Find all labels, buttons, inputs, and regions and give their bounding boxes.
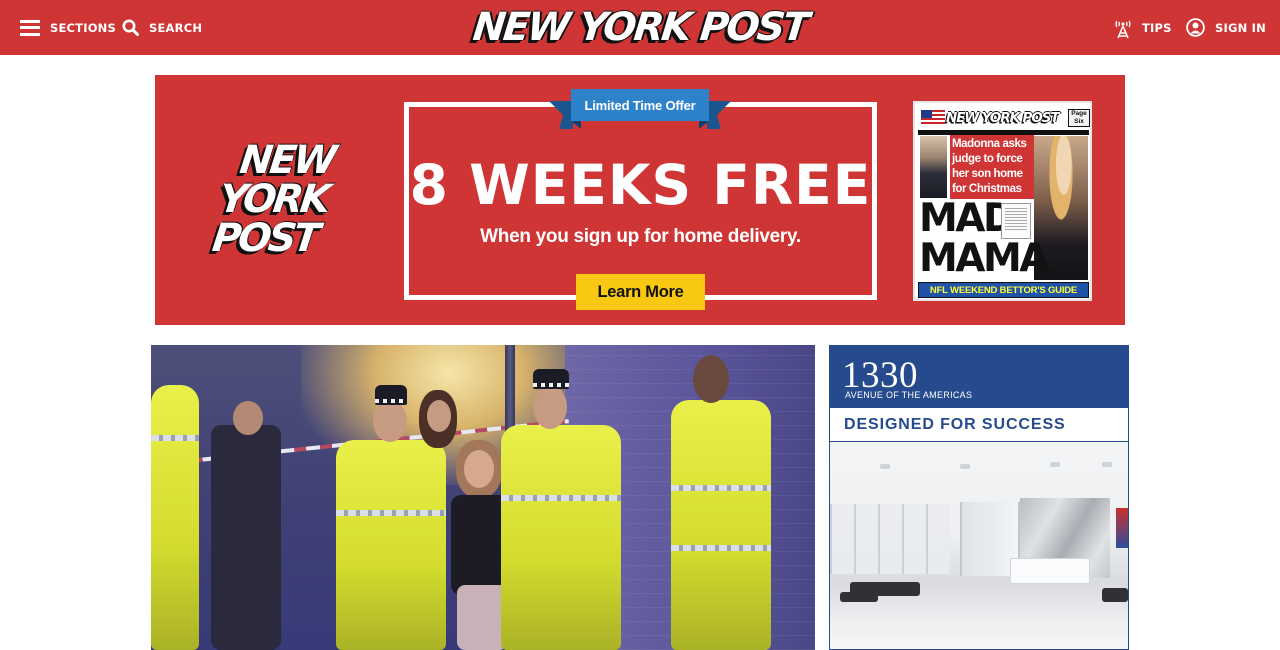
cover-masthead: NEW YORK POST Page Six xyxy=(918,107,1090,129)
ad-ceiling-light xyxy=(960,464,970,469)
hero-reflective-stripe xyxy=(671,545,771,551)
ribbon-label: Limited Time Offer xyxy=(571,89,709,121)
promo-logo-line: YORK xyxy=(216,177,331,222)
real-estate-advertisement[interactable]: 1330 AVENUE OF THE AMERICAS DESIGNED FOR… xyxy=(829,345,1129,650)
hero-officer-1-head xyxy=(373,400,407,442)
hero-officer-left xyxy=(151,385,199,650)
hero-bystander-head xyxy=(233,401,263,435)
cover-inset-note xyxy=(1001,203,1031,239)
hero-officer-3 xyxy=(671,400,771,650)
offer-headline: 8 WEEKS FREE xyxy=(409,153,872,217)
hero-officer-2-head xyxy=(533,385,567,429)
search-label: SEARCH xyxy=(149,20,203,35)
hero-news-photo[interactable] xyxy=(151,345,815,650)
ad-reception-desk xyxy=(1010,558,1090,584)
offer-subheadline: When you sign up for home delivery. xyxy=(480,226,801,247)
ad-ceiling-light xyxy=(880,464,890,469)
promo-logo-line: NEW xyxy=(237,138,337,183)
ad-sofa xyxy=(1102,588,1128,602)
ad-office-photo xyxy=(830,442,1128,649)
search-icon xyxy=(122,19,139,36)
promo-logo-line: POST xyxy=(209,216,320,261)
tips-button[interactable]: TIPS xyxy=(1114,0,1172,55)
hamburger-menu-icon xyxy=(20,19,40,36)
hero-reflective-stripe xyxy=(671,485,771,491)
ad-address-street: AVENUE OF THE AMERICAS xyxy=(845,390,973,400)
sections-label: SECTIONS xyxy=(50,20,116,35)
user-circle-icon xyxy=(1186,18,1205,37)
ad-ceiling-light xyxy=(1102,462,1112,467)
ad-wall-art xyxy=(1116,508,1128,548)
hero-officer-3-head xyxy=(693,355,729,403)
hero-injured-head xyxy=(464,450,494,488)
hero-reflective-stripe xyxy=(151,435,199,441)
ad-tagline: DESIGNED FOR SUCCESS xyxy=(830,408,1128,442)
sign-in-label: SIGN IN xyxy=(1215,20,1266,35)
cover-page-six-tag: Page Six xyxy=(1068,109,1090,127)
hero-officer-1 xyxy=(336,440,446,650)
masthead-logo[interactable]: NEW YORK POST xyxy=(470,3,810,51)
ad-office-windows xyxy=(830,504,950,574)
ad-sofa xyxy=(840,592,878,602)
learn-more-button[interactable]: Learn More xyxy=(576,274,705,310)
cover-footer: NFL WEEKEND BETTOR'S GUIDE xyxy=(918,282,1089,298)
search-button[interactable]: SEARCH xyxy=(122,0,202,55)
ad-header: 1330 AVENUE OF THE AMERICAS xyxy=(830,346,1128,408)
hero-bystander xyxy=(211,425,281,650)
tips-label: TIPS xyxy=(1142,20,1172,35)
top-nav-bar: SECTIONS SEARCH NEW YORK POST TIPS SIGN … xyxy=(0,0,1280,55)
hero-injured-legs xyxy=(457,585,507,650)
hero-officer-2 xyxy=(501,425,621,650)
us-flag-icon xyxy=(921,110,945,125)
hero-officer-2-hatband xyxy=(533,383,569,387)
limited-offer-ribbon: Limited Time Offer xyxy=(549,89,731,131)
hero-officer-1-hatband xyxy=(375,399,407,403)
home-delivery-promo-banner[interactable]: NEW YORK POST Limited Time Offer 8 WEEKS… xyxy=(155,75,1125,325)
sign-in-button[interactable]: SIGN IN xyxy=(1186,0,1266,55)
cover-teaser: Madonna asks judge to force her son home… xyxy=(950,135,1034,199)
newspaper-cover: NEW YORK POST Page Six Madonna asks judg… xyxy=(913,101,1092,301)
hero-reflective-stripe xyxy=(336,510,446,516)
hero-reflective-stripe xyxy=(501,495,621,501)
promo-logo: NEW YORK POST xyxy=(205,138,342,265)
ad-ceiling-light xyxy=(1050,462,1060,467)
sections-button[interactable]: SECTIONS xyxy=(20,0,116,55)
masthead-text: NEW YORK POST xyxy=(470,4,810,50)
cover-masthead-text: NEW YORK POST xyxy=(946,110,1060,126)
cover-headline-line: MAMA xyxy=(919,236,1050,281)
antenna-tower-icon xyxy=(1115,20,1131,38)
cover-photo-left xyxy=(920,136,947,198)
hero-person-head xyxy=(427,400,451,432)
